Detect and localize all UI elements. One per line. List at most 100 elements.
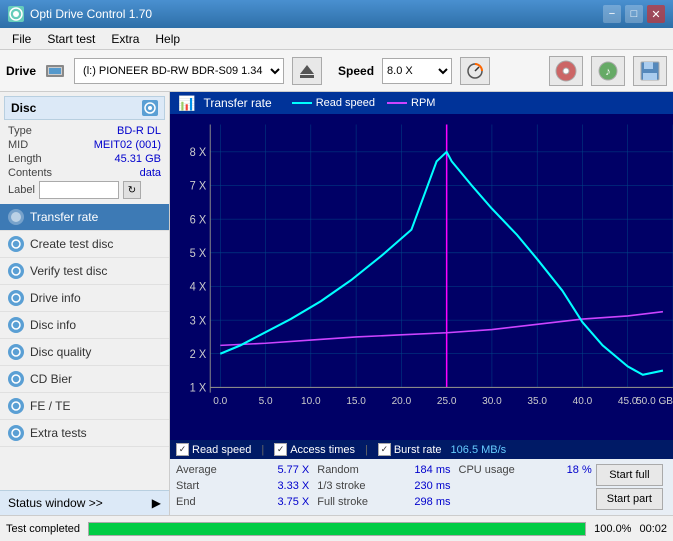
verify-test-disc-label: Verify test disc (30, 264, 107, 278)
disc-quality-label: Disc quality (30, 345, 91, 359)
burst-rate-stat: ✓ Burst rate 106.5 MB/s (378, 443, 506, 456)
disc-icon-button[interactable] (549, 56, 583, 86)
chart-legend: Read speed RPM (292, 97, 436, 109)
read-speed-checkbox[interactable]: ✓ (176, 443, 189, 456)
legend-rpm-label: RPM (411, 97, 435, 109)
svg-text:3 X: 3 X (190, 315, 207, 327)
create-test-disc-icon (8, 236, 24, 252)
disc-label-label: Label (8, 184, 35, 196)
sidebar-item-create-test-disc[interactable]: Create test disc (0, 231, 169, 258)
svg-text:6 X: 6 X (190, 214, 207, 226)
legend-read-label: Read speed (316, 97, 375, 109)
disc-contents-label: Contents (8, 167, 52, 179)
cd-bier-icon (8, 371, 24, 387)
sidebar-item-verify-test-disc[interactable]: Verify test disc (0, 258, 169, 285)
drive-label: Drive (6, 64, 36, 78)
status-window-button[interactable]: Status window >> ▶ (0, 490, 169, 515)
sidebar-item-disc-info[interactable]: Disc info (0, 312, 169, 339)
stats-bar: ✓ Read speed | ✓ Access times | ✓ Burst … (170, 440, 673, 459)
start-part-button[interactable]: Start part (596, 488, 663, 510)
col-right: CPU usage 18 % (451, 462, 592, 512)
disc-type-value: BD-R DL (117, 125, 161, 137)
titlebar: Opti Drive Control 1.70 − □ ✕ (0, 0, 673, 28)
disc-header-icon (142, 100, 158, 116)
fe-te-icon (8, 398, 24, 414)
status-window-arrow: ▶ (152, 496, 161, 510)
sidebar: Disc Type BD-R DL MID MEIT02 (001) Lengt… (0, 92, 170, 515)
create-test-disc-label: Create test disc (30, 237, 113, 251)
status-text: Test completed (6, 523, 80, 535)
menu-help[interactable]: Help (147, 30, 188, 48)
disc-quality-icon (8, 344, 24, 360)
cpu-usage-value: 18 % (567, 464, 592, 476)
sidebar-item-transfer-rate[interactable]: Transfer rate (0, 204, 169, 231)
svg-text:10.0: 10.0 (301, 396, 321, 407)
chart-area: 📊 Transfer rate Read speed RPM (170, 92, 673, 515)
legend-read-speed: Read speed (292, 97, 375, 109)
average-value: 5.77 X (277, 464, 309, 476)
random-row: Random 184 ms (317, 462, 450, 478)
sidebar-item-disc-quality[interactable]: Disc quality (0, 339, 169, 366)
random-label: Random (317, 464, 359, 476)
elapsed-time: 00:02 (639, 523, 667, 535)
start-value: 3.33 X (277, 480, 309, 492)
drive-select[interactable]: (l:) PIONEER BD-RW BDR-S09 1.34 (74, 58, 284, 84)
sidebar-item-drive-info[interactable]: Drive info (0, 285, 169, 312)
disc-mid-label: MID (8, 139, 28, 151)
sidebar-item-fe-te[interactable]: FE / TE (0, 393, 169, 420)
maximize-button[interactable]: □ (625, 5, 643, 23)
chart-icon: 📊 (178, 95, 195, 112)
action-buttons: Start full Start part (592, 462, 667, 512)
svg-text:7 X: 7 X (190, 181, 207, 193)
disc-type-label: Type (8, 125, 32, 137)
toolbar: Drive (l:) PIONEER BD-RW BDR-S09 1.34 Sp… (0, 50, 673, 92)
start-full-button[interactable]: Start full (596, 464, 663, 486)
svg-text:15.0: 15.0 (346, 396, 366, 407)
menubar: File Start test Extra Help (0, 28, 673, 50)
access-times-stat: ✓ Access times (274, 443, 355, 456)
svg-text:5 X: 5 X (190, 248, 207, 260)
sidebar-item-cd-bier[interactable]: CD Bier (0, 366, 169, 393)
svg-text:8 X: 8 X (190, 147, 207, 159)
burst-rate-stat-label: Burst rate (394, 444, 442, 456)
speed-icon-button[interactable] (460, 57, 490, 85)
menu-extra[interactable]: Extra (103, 30, 147, 48)
disc-info-icon (8, 317, 24, 333)
eject-button[interactable] (292, 57, 322, 85)
svg-text:20.0: 20.0 (392, 396, 412, 407)
label-refresh-button[interactable]: ↻ (123, 181, 141, 199)
svg-text:1 X: 1 X (190, 382, 207, 394)
drive-icon (44, 60, 66, 82)
svg-text:0.0: 0.0 (213, 396, 227, 407)
access-times-checkbox[interactable]: ✓ (274, 443, 287, 456)
end-value: 3.75 X (277, 496, 309, 508)
chart-title-bar: 📊 Transfer rate Read speed RPM (170, 92, 673, 114)
start-label: Start (176, 480, 199, 492)
drive-info-label: Drive info (30, 291, 81, 305)
burst-rate-checkbox[interactable]: ✓ (378, 443, 391, 456)
disc-section: Disc Type BD-R DL MID MEIT02 (001) Lengt… (0, 92, 169, 204)
titlebar-controls: − □ ✕ (603, 5, 665, 23)
disc-label-input[interactable] (39, 181, 119, 199)
full-stroke-row: Full stroke 298 ms (317, 494, 450, 510)
stroke-1-3-row: 1/3 stroke 230 ms (317, 478, 450, 494)
svg-text:35.0: 35.0 (527, 396, 547, 407)
save-icon-button[interactable] (633, 56, 667, 86)
legend-read-color (292, 102, 312, 104)
app-icon (8, 6, 24, 22)
menu-start-test[interactable]: Start test (39, 30, 103, 48)
tools-icon-button[interactable]: ♪ (591, 56, 625, 86)
end-label: End (176, 496, 196, 508)
svg-text:4 X: 4 X (190, 281, 207, 293)
minimize-button[interactable]: − (603, 5, 621, 23)
verify-test-disc-icon (8, 263, 24, 279)
chart-title: Transfer rate (203, 96, 271, 110)
average-row: Average 5.77 X (176, 462, 309, 478)
menu-file[interactable]: File (4, 30, 39, 48)
close-button[interactable]: ✕ (647, 5, 665, 23)
sidebar-item-extra-tests[interactable]: Extra tests (0, 420, 169, 447)
speed-select[interactable]: 8.0 X (382, 58, 452, 84)
disc-contents-value: data (140, 167, 161, 179)
transfer-rate-chart: 1 X 2 X 3 X 4 X 5 X 6 X 7 X 8 X 0.0 5.0 … (170, 114, 673, 440)
disc-length-row: Length 45.31 GB (4, 152, 165, 166)
